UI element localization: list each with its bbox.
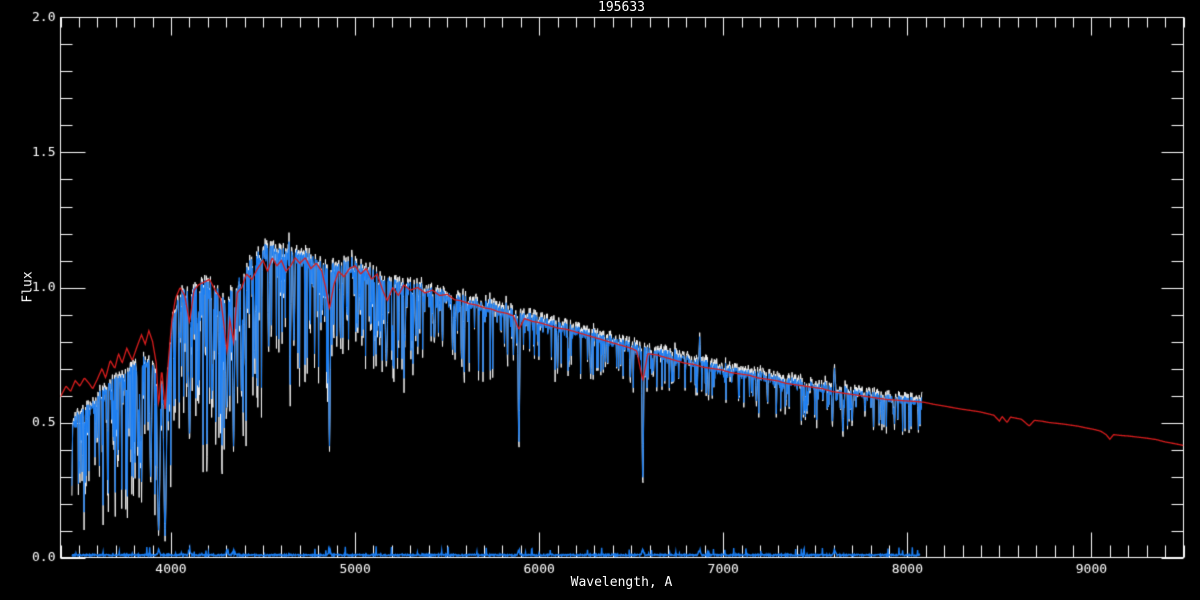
y-axis-label: Flux — [21, 271, 36, 302]
x-axis-label: Wavelength, A — [60, 575, 1183, 590]
spectrum-plot-window: 195633 Flux Wavelength, A — [0, 0, 1200, 600]
plot-title: 195633 — [60, 0, 1183, 15]
spectrum-plot-canvas — [0, 0, 1200, 600]
